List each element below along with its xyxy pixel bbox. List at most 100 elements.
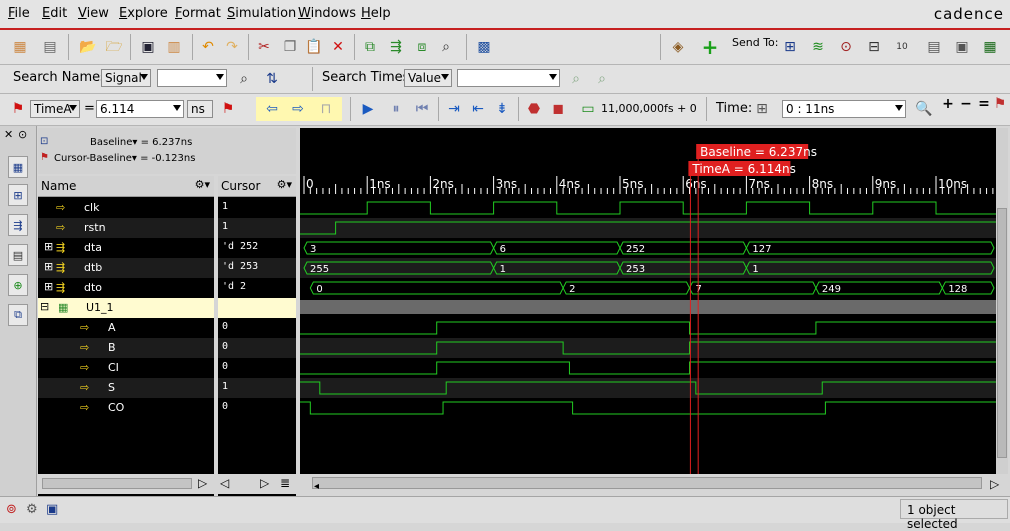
send-calculator-icon[interactable]: ▦ (980, 37, 1000, 57)
menu-simulation[interactable]: Simulation (227, 6, 296, 21)
send-source-icon[interactable]: ⊙ (836, 37, 856, 57)
status-save-icon[interactable]: ▣ (46, 502, 58, 517)
menu-view[interactable]: View (78, 6, 109, 21)
horizontal-scroll-thumb[interactable] (312, 477, 982, 489)
design-browser-icon[interactable]: ▦ (10, 37, 30, 57)
save-as-icon[interactable]: ▥ (164, 37, 184, 57)
signal-waveform[interactable] (300, 201, 996, 215)
cursor-value-row[interactable]: 1 (218, 218, 296, 238)
schematic-icon[interactable]: ▤ (40, 37, 60, 57)
waveform-compare-icon[interactable]: ⧈ (412, 37, 432, 57)
browser-tool-icon[interactable]: ▦ (8, 156, 28, 178)
search-names-input[interactable] (157, 69, 227, 87)
menu-help[interactable]: Help (361, 6, 391, 21)
signal-tool-icon[interactable]: ⇶ (8, 214, 28, 236)
signal-waveform[interactable] (300, 401, 996, 415)
step-into-icon[interactable]: ⇥ (444, 99, 464, 119)
bus-segment[interactable] (493, 241, 621, 255)
expand-icon[interactable]: ⊞ (44, 280, 53, 293)
scroll-left-icon[interactable]: ◂ (314, 481, 319, 492)
search-times-input[interactable] (457, 69, 560, 87)
scroll-right-icon[interactable]: ▷ (990, 477, 999, 491)
bus-segment[interactable] (562, 281, 691, 295)
cursor-value-row[interactable]: 0 (218, 358, 296, 378)
signal-row[interactable]: ⇨ S (38, 378, 214, 398)
time-range-icon[interactable]: ⊞ (752, 99, 772, 119)
vertical-scroll-thumb[interactable] (997, 208, 1007, 458)
zoom-icon[interactable]: 🔍 (914, 99, 934, 119)
signal-waveform[interactable] (300, 321, 996, 335)
open-db-icon[interactable]: 🗁 (104, 37, 124, 57)
name-horizontal-scrollbar[interactable]: ▷ (38, 474, 214, 494)
cursor-horizontal-scrollbar[interactable]: ◁ ▷ ≣ (218, 474, 298, 494)
marker-tool-icon[interactable]: ⊕ (8, 274, 28, 296)
cursor-value-row[interactable]: 'd 2 (218, 278, 296, 298)
cursor-column-gear-icon[interactable]: ⚙▾ (277, 178, 292, 191)
collapse-icon[interactable]: ⊟ (40, 300, 49, 313)
menu-edit[interactable]: Edit (42, 6, 67, 21)
next-edge-icon[interactable]: ⇨ (288, 99, 308, 119)
waveform-canvas[interactable]: 0 1ns 2ns 3ns 4ns 5ns 6ns 7ns 8ns 9ns 10ns3 6 252 127… (300, 128, 996, 474)
name-column-header[interactable]: Name ⚙▾ (38, 176, 214, 197)
name-scroll-right-icon[interactable]: ▷ (198, 476, 207, 490)
search-names-next-icon[interactable]: ⇅ (262, 69, 282, 89)
cursor-time-input[interactable]: 6.114 (96, 100, 184, 118)
waveform-panel[interactable]: 0 1ns 2ns 3ns 4ns 5ns 6ns 7ns 8ns 9ns 10ns 3 6 252 127… (300, 128, 996, 474)
menu-file[interactable]: File (8, 6, 30, 21)
cursor-value-row[interactable] (218, 298, 296, 318)
search-times-prev-icon[interactable]: ⌕ (566, 69, 586, 89)
waveform-vertical-scrollbar[interactable] (996, 128, 1008, 474)
signal-row[interactable]: ⊞ ⇶ dtb (38, 258, 214, 278)
cursor-flag-icon[interactable]: ⚑ (8, 99, 28, 119)
undo-icon[interactable]: ↶ (198, 37, 218, 57)
zoom-in-icon[interactable]: + (938, 94, 958, 114)
signal-waveform[interactable] (300, 361, 996, 375)
expand-icon[interactable]: ⊞ (44, 260, 53, 273)
breakpoint-icon[interactable]: ◼ (548, 99, 568, 119)
signal-row[interactable]: ⇨ A (38, 318, 214, 338)
rewind-icon[interactable]: ⏮ (412, 99, 432, 119)
binoculars-icon[interactable]: ⌕ (436, 37, 456, 57)
cursor-scroll-right-icon[interactable]: ▷ (260, 476, 269, 490)
zoom-out-icon[interactable]: − (956, 94, 976, 114)
search-times-next-icon[interactable]: ⌕ (592, 69, 612, 89)
cursor-value-row[interactable]: 'd 253 (218, 258, 296, 278)
play-icon[interactable]: ▶ (358, 99, 378, 119)
waveform-horizontal-scrollbar[interactable]: ◂ ▷ (300, 474, 1006, 494)
send-waveform-icon[interactable]: ≋ (808, 37, 828, 57)
edge-type-icon[interactable]: ⊓ (316, 99, 336, 119)
expand-bus-icon[interactable]: ⇶ (386, 37, 406, 57)
float-icon[interactable]: ⊙ (18, 128, 27, 141)
add-icon[interactable]: + (700, 37, 720, 57)
hierarchy-tool-icon[interactable]: ⊞ (8, 184, 28, 206)
delete-icon[interactable]: ✕ (328, 37, 348, 57)
open-folder-icon[interactable]: 📂 (78, 37, 98, 57)
send-schematic-icon[interactable]: ⊟ (864, 37, 884, 57)
save-icon[interactable]: ▣ (138, 37, 158, 57)
send-register-icon[interactable]: 10 (892, 37, 912, 57)
send-table-icon[interactable]: ▤ (924, 37, 944, 57)
create-bus-icon[interactable]: ⧉ (360, 37, 380, 57)
group-tool-icon[interactable]: ▤ (8, 244, 28, 266)
redo-icon[interactable]: ↷ (222, 37, 242, 57)
cursor-value-row[interactable]: 'd 252 (218, 238, 296, 258)
cursor-value-row[interactable]: 0 (218, 338, 296, 358)
bus-segment[interactable] (745, 241, 995, 255)
signal-row[interactable]: ⊞ ⇶ dta (38, 238, 214, 258)
baseline-info[interactable]: Baseline▾ = 6.237ns (90, 137, 192, 148)
signal-row[interactable]: ⇨ CI (38, 358, 214, 378)
stop-sim-icon[interactable]: ⊚ (6, 502, 17, 517)
signal-format-icon[interactable]: ▩ (474, 37, 494, 57)
add-marker-icon[interactable]: ⚑ (218, 99, 238, 119)
cursor-column-header[interactable]: Cursor ⚙▾ (218, 176, 296, 197)
cursor-value-row[interactable]: 1 (218, 378, 296, 398)
paste-icon[interactable]: 📋 (304, 37, 324, 57)
name-column-gear-icon[interactable]: ⚙▾ (195, 178, 210, 191)
bus-segment[interactable] (309, 281, 564, 295)
zoom-marker-icon[interactable]: ⚑ (990, 94, 1010, 114)
compare-tool-icon[interactable]: ⧉ (8, 304, 28, 326)
send-window-icon[interactable]: ▣ (952, 37, 972, 57)
cut-icon[interactable]: ✂ (254, 37, 274, 57)
cursor-baseline-info[interactable]: Cursor-Baseline▾ = -0.123ns (54, 153, 195, 164)
pause-icon[interactable]: ⏸ (386, 99, 406, 119)
